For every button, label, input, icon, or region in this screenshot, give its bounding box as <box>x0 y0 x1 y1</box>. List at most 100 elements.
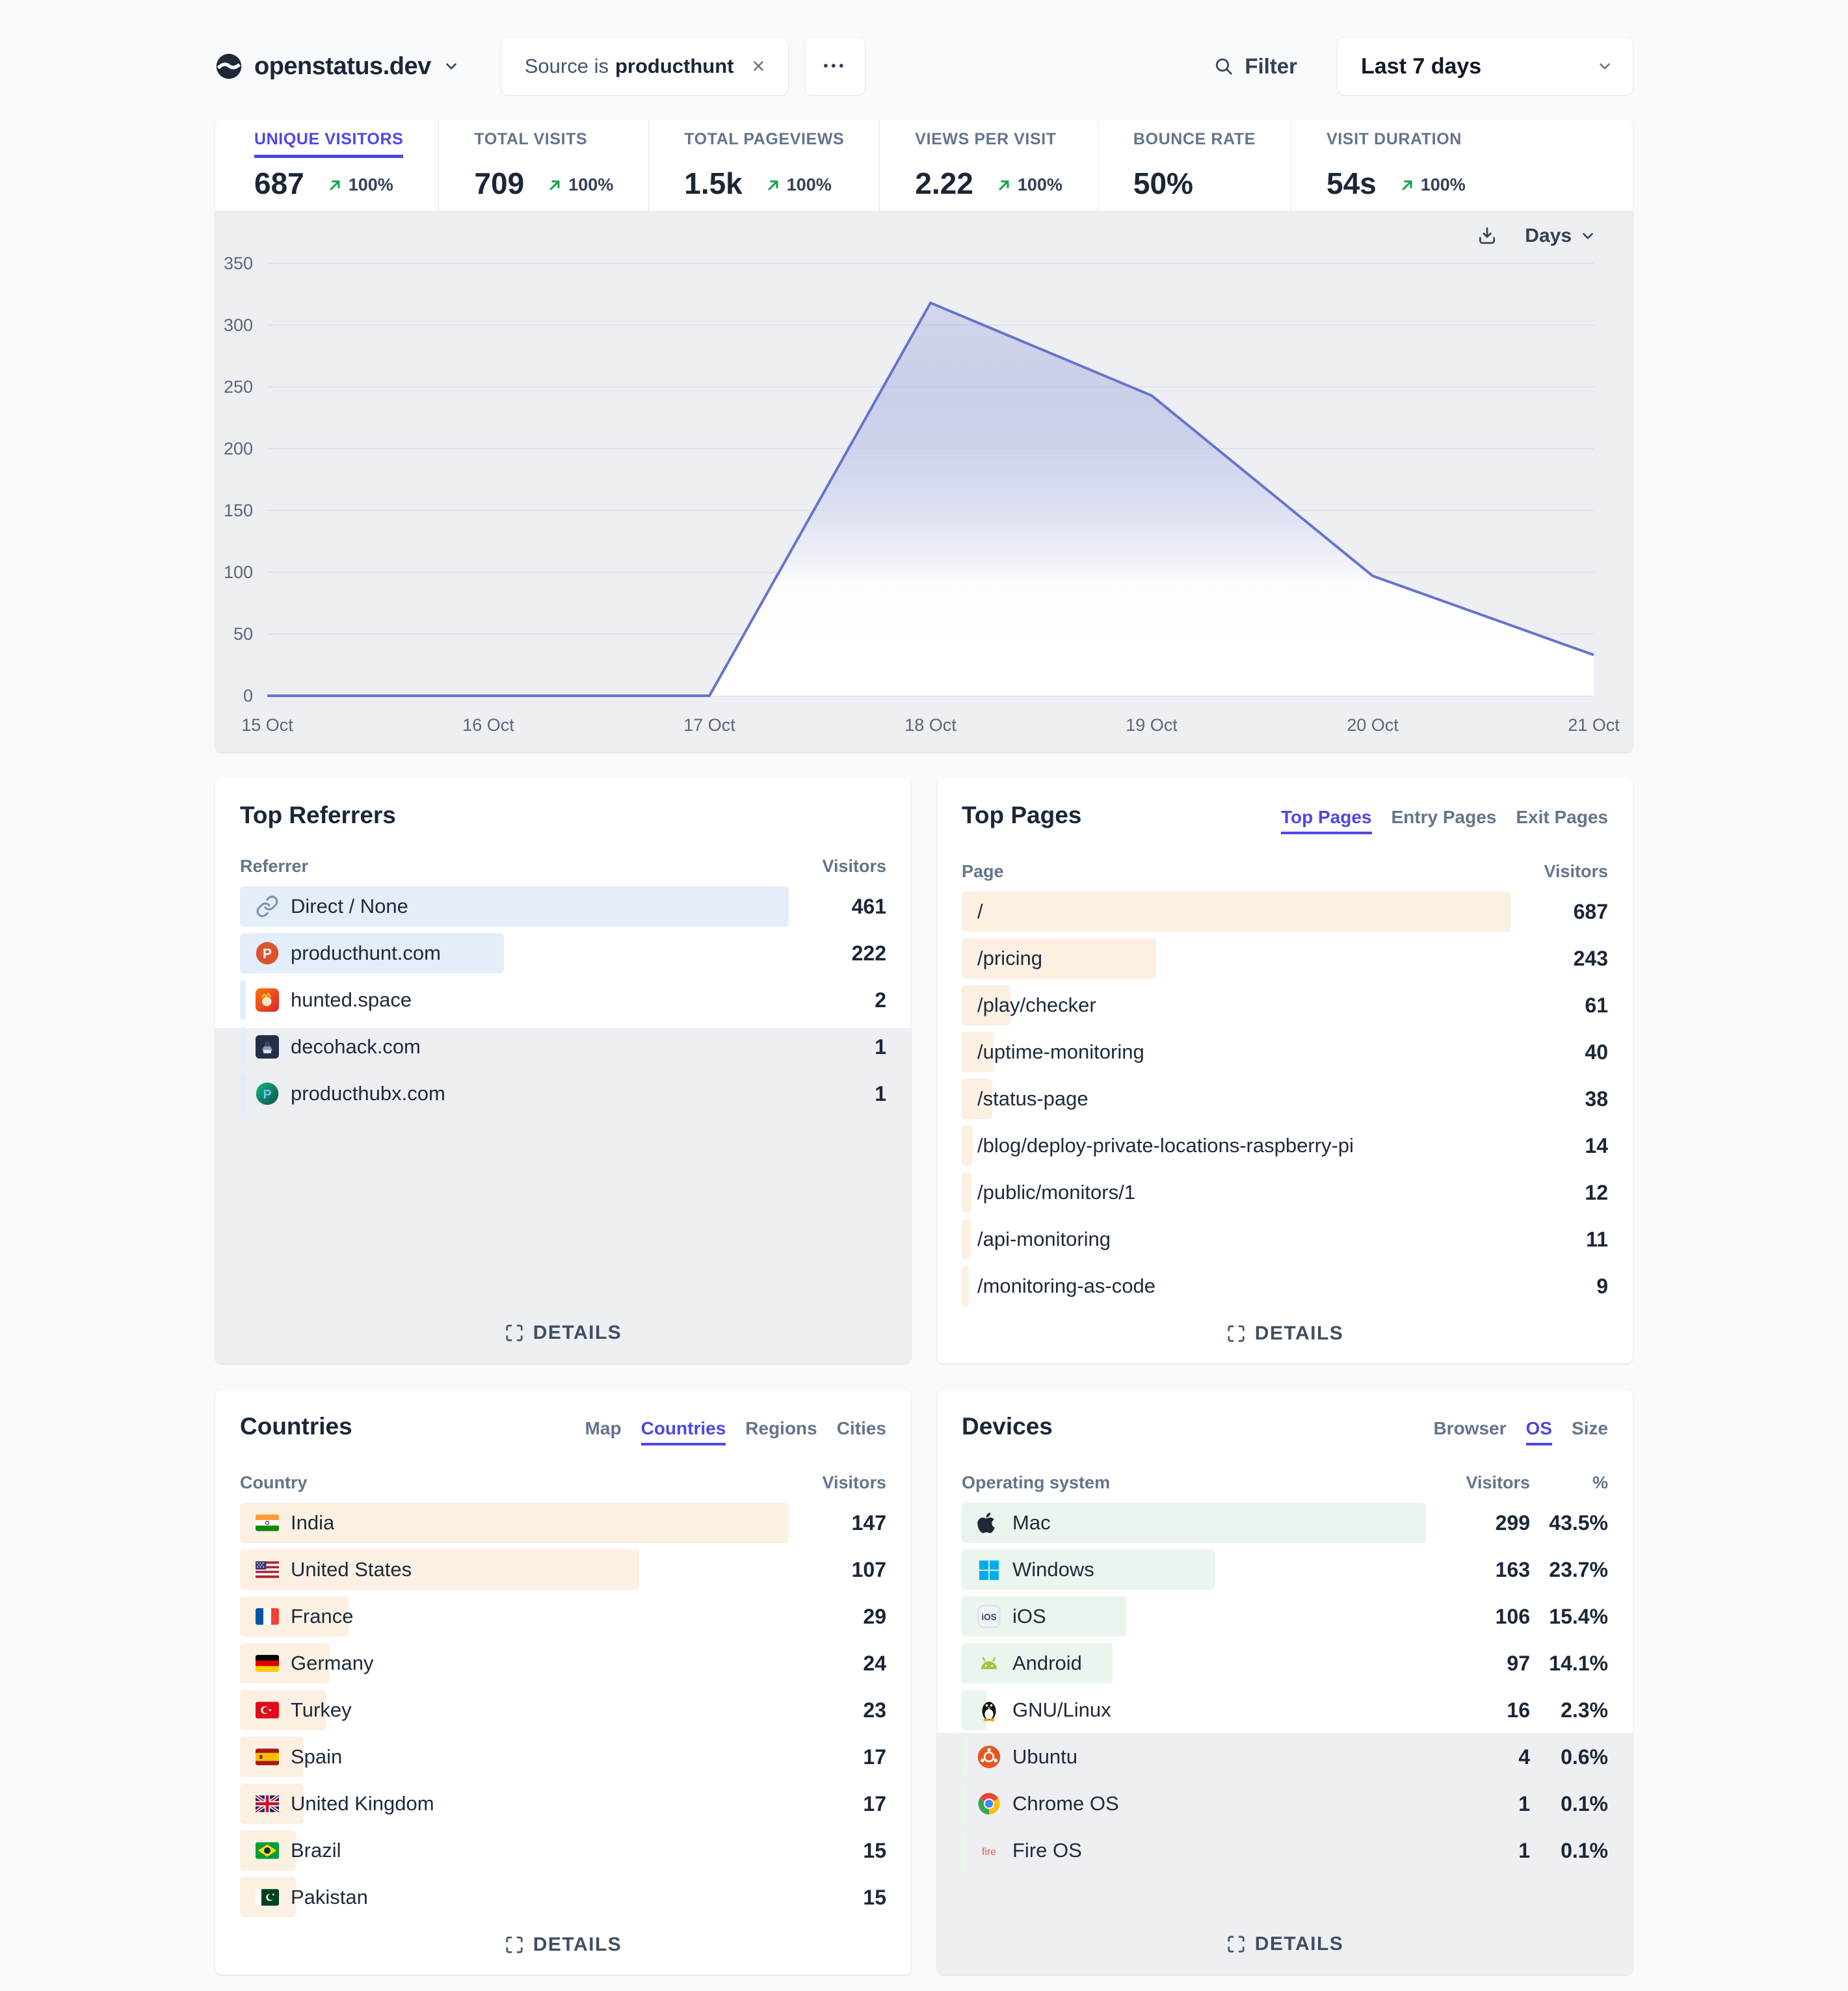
details-button[interactable]: DETAILS <box>240 1921 886 1956</box>
row-visitors: 29 <box>821 1605 886 1629</box>
details-button[interactable]: DETAILS <box>962 1310 1608 1345</box>
row-visitors: 107 <box>821 1558 886 1582</box>
row-label: /play/checker <box>977 994 1096 1017</box>
site-name: openstatus.dev <box>254 53 431 81</box>
interval-select[interactable]: Days <box>1525 225 1596 247</box>
table-row[interactable]: Spain 17 <box>240 1734 886 1780</box>
metric-label: BOUNCE RATE <box>1133 130 1256 158</box>
panel-tabs: Top Pages Entry Pages Exit Pages <box>1281 807 1608 834</box>
table-row[interactable]: P producthubx.com 1 <box>240 1070 886 1117</box>
table-row[interactable]: /play/checker 61 <box>962 982 1608 1029</box>
table-row[interactable]: hunted.space 2 <box>240 977 886 1023</box>
filter-chip[interactable]: Source is producthunt × <box>501 38 789 95</box>
table-row[interactable]: /pricing 243 <box>962 935 1608 982</box>
details-button[interactable]: DETAILS <box>962 1920 1608 1955</box>
metric-value: 50% <box>1133 166 1193 201</box>
row-visitors: 15 <box>821 1886 886 1910</box>
fireos-icon: fire <box>977 1839 1001 1862</box>
site-switcher[interactable]: openstatus.dev <box>215 53 460 81</box>
flag-germany-icon <box>256 1652 279 1675</box>
chart-toolbar: Days <box>1477 225 1596 247</box>
panel-tab[interactable]: Top Pages <box>1281 807 1372 834</box>
top-pages-panel: Top Pages Top Pages Entry Pages Exit Pages… <box>937 778 1633 1364</box>
svg-text:350: 350 <box>224 254 253 273</box>
row-label: producthubx.com <box>291 1082 445 1105</box>
more-filters-button[interactable]: ••• <box>805 38 865 95</box>
row-percent: 0.6% <box>1530 1745 1608 1769</box>
table-row[interactable]: United Kingdom 17 <box>240 1780 886 1827</box>
table-row[interactable]: decohack.com 1 <box>240 1023 886 1070</box>
date-range-value: Last 7 days <box>1361 54 1481 79</box>
metric[interactable]: VISIT DURATION 54s 100% <box>1291 120 1501 211</box>
table-row[interactable]: /api-monitoring 11 <box>962 1216 1608 1263</box>
row-label: /uptime-monitoring <box>977 1040 1144 1064</box>
flag-turkey-icon <box>256 1698 279 1722</box>
table-row[interactable]: iOS iOS 106 15.4% <box>962 1593 1608 1640</box>
flag-brazil-icon <box>256 1839 279 1862</box>
site-favicon-icon <box>215 53 243 80</box>
details-button[interactable]: DETAILS <box>240 1309 886 1344</box>
row-label: /blog/deploy-private-locations-raspberry… <box>977 1134 1354 1157</box>
table-row[interactable]: /public/monitors/1 12 <box>962 1169 1608 1216</box>
panel-tab[interactable]: Cities <box>837 1418 886 1445</box>
row-label: /monitoring-as-code <box>977 1274 1155 1298</box>
row-label: Android <box>1012 1652 1082 1675</box>
metric-value: 709 <box>474 166 524 201</box>
row-visitors: 24 <box>821 1652 886 1676</box>
area-chart-svg: 35030025020015010050015 Oct16 Oct17 Oct1… <box>215 211 1633 752</box>
row-percent: 2.3% <box>1530 1698 1608 1722</box>
table-row[interactable]: P producthunt.com 222 <box>240 930 886 977</box>
row-label: Ubuntu <box>1012 1745 1077 1769</box>
panel-tab[interactable]: Size <box>1572 1418 1608 1445</box>
row-label: Pakistan <box>291 1886 368 1909</box>
row-label: /public/monitors/1 <box>977 1181 1135 1204</box>
table-row[interactable]: /monitoring-as-code 9 <box>962 1263 1608 1310</box>
table-row[interactable]: Mac 299 43.5% <box>962 1499 1608 1546</box>
panel-tab[interactable]: Countries <box>641 1418 726 1445</box>
svg-text:P: P <box>263 947 272 962</box>
table-row[interactable]: GNU/Linux 16 2.3% <box>962 1687 1608 1734</box>
column-header-visitors: Visitors <box>821 856 886 877</box>
row-label: Windows <box>1012 1558 1094 1581</box>
table-row[interactable]: / 687 <box>962 888 1608 935</box>
panel-tab[interactable]: Entry Pages <box>1392 807 1497 834</box>
table-row[interactable]: Ubuntu 4 0.6% <box>962 1734 1608 1780</box>
flag-uk-icon <box>256 1792 279 1815</box>
panel-tab[interactable]: Regions <box>745 1418 817 1445</box>
chevron-down-icon <box>1596 58 1613 75</box>
table-row[interactable]: Direct / None 461 <box>240 883 886 930</box>
metric[interactable]: TOTAL PAGEVIEWS 1.5k 100% <box>648 120 879 211</box>
panel-tab[interactable]: Browser <box>1433 1418 1506 1445</box>
remove-filter-icon[interactable]: × <box>752 55 765 77</box>
table-row[interactable]: Android 97 14.1% <box>962 1640 1608 1687</box>
date-range-select[interactable]: Last 7 days <box>1338 38 1633 95</box>
table-row[interactable]: France 29 <box>240 1593 886 1640</box>
download-icon[interactable] <box>1477 226 1498 246</box>
metric[interactable]: BOUNCE RATE 50% <box>1098 120 1291 211</box>
table-row[interactable]: United States 107 <box>240 1546 886 1593</box>
filter-search-button[interactable]: Filter <box>1213 54 1297 79</box>
table-row[interactable]: /status-page 38 <box>962 1075 1608 1122</box>
table-row[interactable]: Germany 24 <box>240 1640 886 1687</box>
row-visitors: 163 <box>1465 1558 1530 1582</box>
visitors-chart: 35030025020015010050015 Oct16 Oct17 Oct1… <box>215 211 1633 752</box>
table-row[interactable]: Pakistan 15 <box>240 1874 886 1921</box>
metric[interactable]: TOTAL VISITS 709 100% <box>438 120 648 211</box>
table-row[interactable]: Turkey 23 <box>240 1687 886 1734</box>
table-row[interactable]: Chrome OS 1 0.1% <box>962 1780 1608 1827</box>
panel-tab[interactable]: Map <box>585 1418 622 1445</box>
table-row[interactable]: Brazil 15 <box>240 1827 886 1874</box>
panel-tab[interactable]: Exit Pages <box>1516 807 1608 834</box>
row-label: /pricing <box>977 947 1042 970</box>
row-percent: 43.5% <box>1530 1511 1608 1535</box>
panel-title: Top Pages <box>962 802 1081 829</box>
table-row[interactable]: /blog/deploy-private-locations-raspberry… <box>962 1122 1608 1169</box>
metric[interactable]: VIEWS PER VISIT 2.22 100% <box>879 120 1098 211</box>
table-row[interactable]: fire Fire OS 1 0.1% <box>962 1827 1608 1874</box>
table-row[interactable]: Windows 163 23.7% <box>962 1546 1608 1593</box>
table-row[interactable]: India 147 <box>240 1499 886 1546</box>
panel-tab[interactable]: OS <box>1526 1418 1552 1445</box>
svg-text:250: 250 <box>224 377 253 397</box>
metric[interactable]: UNIQUE VISITORS 687 100% <box>215 120 438 211</box>
table-row[interactable]: /uptime-monitoring 40 <box>962 1029 1608 1075</box>
